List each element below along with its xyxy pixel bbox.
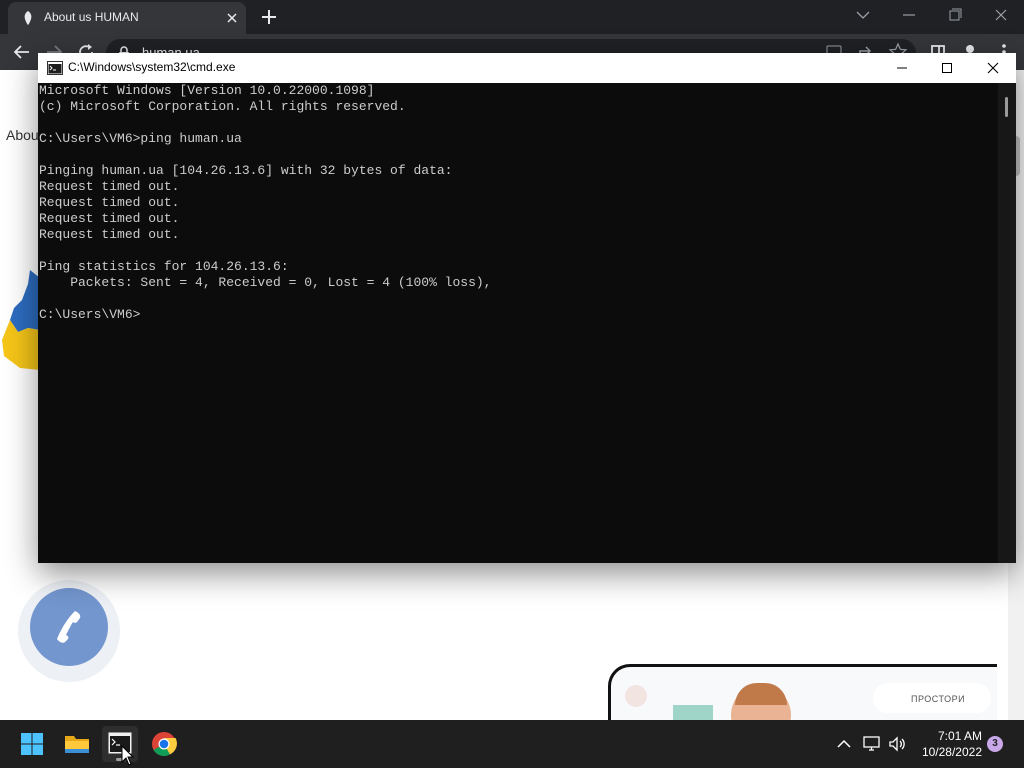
browser-tab-strip: About us HUMAN xyxy=(0,0,1024,34)
network-icon[interactable] xyxy=(862,734,882,754)
volume-icon[interactable] xyxy=(888,734,908,754)
console-line: (c) Microsoft Corporation. All rights re… xyxy=(39,99,406,114)
cmd-minimize-button[interactable] xyxy=(879,53,925,83)
tab-search-chevron-icon[interactable] xyxy=(852,6,874,24)
cmd-close-button[interactable] xyxy=(970,53,1016,83)
promo-avatar-image xyxy=(625,685,647,707)
console-line: Pinging human.ua [104.26.13.6] with 32 b… xyxy=(39,163,453,178)
console-output[interactable]: Microsoft Windows [Version 10.0.22000.10… xyxy=(39,83,997,561)
back-arrow-icon[interactable] xyxy=(12,42,32,62)
close-tab-icon[interactable] xyxy=(224,10,240,26)
browser-close-icon[interactable] xyxy=(990,6,1012,24)
file-explorer-icon xyxy=(65,736,89,753)
start-button[interactable] xyxy=(14,726,50,762)
cmd-titlebar[interactable]: C:\Windows\system32\cmd.exe xyxy=(38,53,1016,83)
tab-title: About us HUMAN xyxy=(44,10,139,24)
browser-minimize-icon[interactable] xyxy=(898,6,920,24)
promo-card[interactable]: ПРОСТОРИ xyxy=(608,664,997,720)
close-icon xyxy=(987,62,999,74)
promo-decor-block xyxy=(673,705,713,720)
mouse-cursor-icon xyxy=(121,745,135,766)
system-clock[interactable]: 7:01 AM 10/28/2022 xyxy=(908,728,982,760)
minimize-icon xyxy=(897,67,907,69)
windows-taskbar: 7:01 AM 10/28/2022 3 xyxy=(0,720,1024,768)
cmd-window[interactable]: C:\Windows\system32\cmd.exe Microsoft Wi… xyxy=(38,53,1016,563)
new-tab-icon[interactable] xyxy=(260,8,278,26)
clock-time: 7:01 AM xyxy=(937,729,982,743)
maximize-icon xyxy=(942,63,952,73)
site-favicon-icon xyxy=(24,11,32,25)
console-line: C:\Users\VM6> xyxy=(39,307,141,322)
chrome-icon xyxy=(152,732,177,757)
call-button[interactable] xyxy=(18,580,120,682)
chrome-button[interactable] xyxy=(146,726,182,762)
cmd-window-title: C:\Windows\system32\cmd.exe xyxy=(68,60,236,74)
cmd-app-icon xyxy=(47,61,63,75)
clock-date: 10/28/2022 xyxy=(921,745,982,759)
console-line: Ping statistics for 104.26.13.6: xyxy=(39,259,289,274)
page-heading-fragment: Abou xyxy=(6,127,39,143)
console-line: Request timed out. xyxy=(39,227,180,242)
console-line: C:\Users\VM6>ping human.ua xyxy=(39,131,242,146)
file-explorer-button[interactable] xyxy=(58,726,94,762)
ukraine-map-fragment xyxy=(2,270,40,370)
console-scroll-thumb[interactable] xyxy=(1005,97,1008,117)
console-line: Request timed out. xyxy=(39,179,180,194)
console-line: Request timed out. xyxy=(39,211,180,226)
start-icon xyxy=(21,733,43,755)
call-button-circle xyxy=(30,588,108,666)
console-line: Microsoft Windows [Version 10.0.22000.10… xyxy=(39,83,375,98)
phone-icon xyxy=(57,611,81,643)
promo-person-hair xyxy=(735,683,787,705)
console-line: Packets: Sent = 4, Received = 0, Lost = … xyxy=(39,275,492,290)
cmd-maximize-button[interactable] xyxy=(924,53,970,83)
browser-restore-icon[interactable] xyxy=(944,6,966,24)
notification-badge[interactable]: 3 xyxy=(987,736,1003,752)
promo-label: ПРОСТОРИ xyxy=(911,694,966,704)
chevron-up-icon[interactable] xyxy=(834,734,854,754)
browser-tab-active[interactable]: About us HUMAN xyxy=(8,2,246,34)
console-line: Request timed out. xyxy=(39,195,180,210)
console-scrollbar[interactable] xyxy=(998,83,1016,563)
